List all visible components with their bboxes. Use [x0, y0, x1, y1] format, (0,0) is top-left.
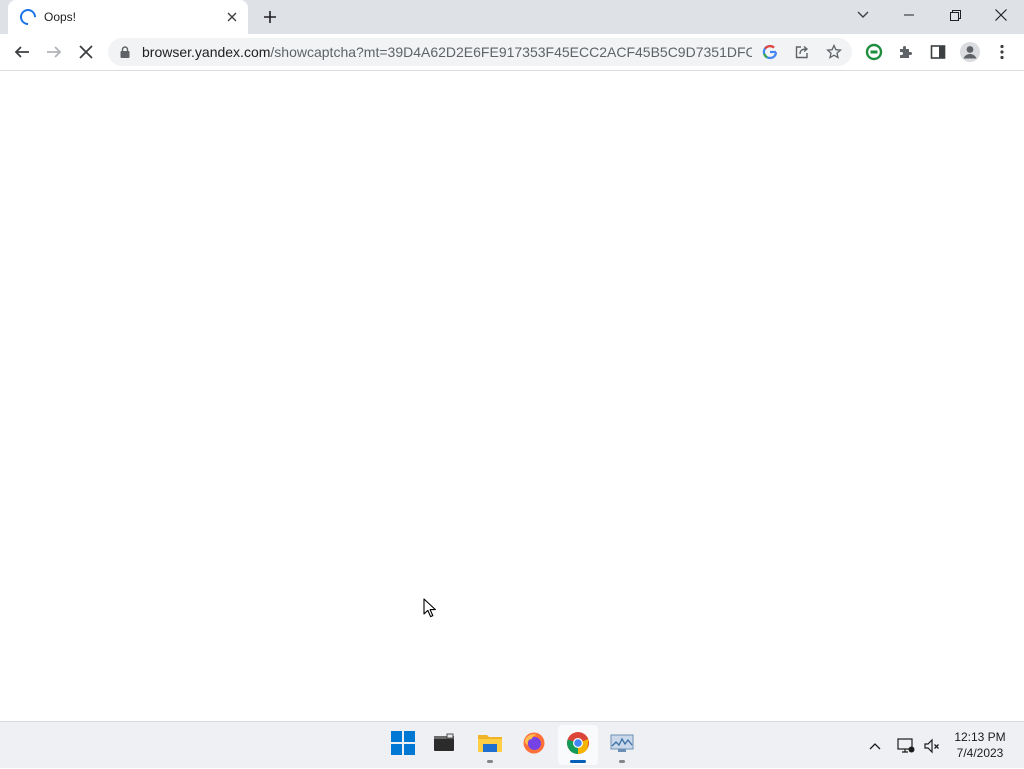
clock-time: 12:13 PM: [954, 730, 1006, 744]
address-bar[interactable]: browser.yandex.com/showcaptcha?mt=39D4A6…: [108, 38, 852, 66]
minimize-button[interactable]: [886, 0, 932, 30]
running-indicator: [619, 760, 625, 763]
tab-strip: Oops!: [0, 0, 1024, 34]
side-panel-icon[interactable]: [924, 38, 952, 66]
active-indicator: [570, 760, 586, 763]
share-icon[interactable]: [788, 38, 816, 66]
chrome-icon: [566, 731, 590, 760]
taskbar-clock[interactable]: 12:13 PM 7/4/2023: [946, 729, 1014, 761]
close-tab-icon[interactable]: [220, 5, 244, 29]
back-button[interactable]: [8, 38, 36, 66]
mouse-cursor-icon: [423, 598, 437, 623]
tab-oops[interactable]: Oops!: [8, 0, 248, 34]
new-tab-button[interactable]: [257, 5, 283, 29]
file-explorer-icon: [477, 732, 503, 759]
network-icon[interactable]: [895, 722, 917, 769]
address-url[interactable]: browser.yandex.com/showcaptcha?mt=39D4A6…: [142, 44, 752, 60]
taskbar-firefox[interactable]: [514, 725, 554, 765]
browser-toolbar: browser.yandex.com/showcaptcha?mt=39D4A6…: [0, 34, 1024, 71]
page-content: [0, 71, 1024, 721]
loading-spinner-icon: [16, 5, 40, 29]
start-button[interactable]: [383, 725, 423, 765]
profile-avatar-icon[interactable]: [956, 38, 984, 66]
stop-loading-button[interactable]: [72, 38, 100, 66]
taskbar-chrome[interactable]: [558, 725, 598, 765]
url-path: /showcaptcha?mt=39D4A62D2E6FE917353F45EC…: [270, 44, 752, 60]
running-indicator: [487, 760, 493, 763]
volume-muted-icon[interactable]: [921, 722, 943, 769]
start-icon: [391, 730, 415, 760]
google-translate-icon[interactable]: [756, 38, 784, 66]
show-hidden-icons-button[interactable]: [864, 722, 886, 769]
forward-button[interactable]: [40, 38, 68, 66]
close-window-button[interactable]: [978, 0, 1024, 30]
system-monitor-icon: [610, 733, 634, 758]
lock-icon[interactable]: [120, 46, 132, 58]
browser-window: Oops! browser.yandex.com/showcaptcha?mt=…: [0, 0, 1024, 721]
tab-title: Oops!: [44, 10, 77, 24]
taskbar-terminal[interactable]: [424, 725, 464, 765]
browser-menu-icon[interactable]: [988, 38, 1016, 66]
taskbar-system-monitor[interactable]: [602, 725, 642, 765]
extension-green-icon[interactable]: [860, 38, 888, 66]
restore-button[interactable]: [932, 0, 978, 30]
clock-date: 7/4/2023: [956, 746, 1004, 760]
taskbar-file-explorer[interactable]: [470, 725, 510, 765]
firefox-icon: [522, 731, 546, 760]
url-host: browser.yandex.com: [142, 44, 271, 60]
bookmark-star-icon[interactable]: [820, 38, 848, 66]
terminal-icon: [433, 733, 455, 758]
tab-search-button[interactable]: [840, 0, 886, 30]
taskbar: 12:13 PM 7/4/2023: [0, 721, 1024, 768]
extensions-puzzle-icon[interactable]: [892, 38, 920, 66]
